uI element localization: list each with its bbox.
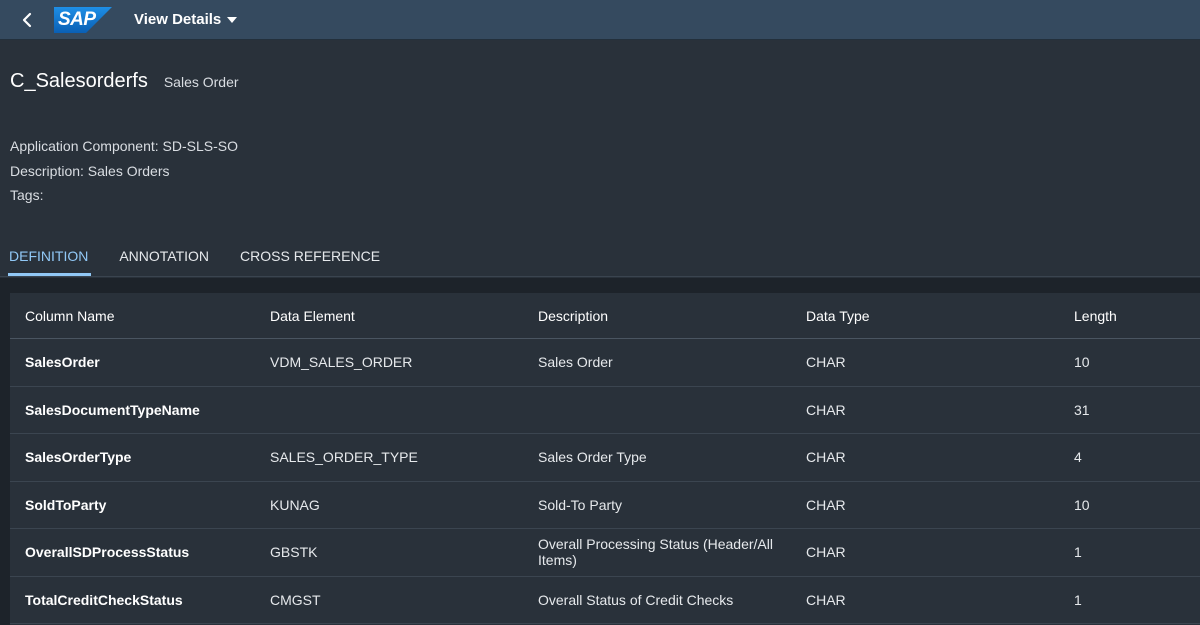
tab-cross-reference[interactable]: CROSS REFERENCE [240, 236, 380, 276]
sap-logo[interactable]: SAP [54, 6, 112, 33]
definition-table: Column Name Data Element Description Dat… [10, 293, 1200, 625]
cell-length: 31 [1074, 401, 1090, 418]
page-title: C_Salesorderfs [10, 70, 148, 92]
table-row[interactable]: SalesDocumentTypeName CHAR 31 [10, 386, 1200, 434]
cell-data-type: CHAR [806, 401, 846, 418]
tags: Tags: [10, 187, 44, 203]
cell-column-name: SalesOrderType [25, 449, 132, 466]
cell-length: 4 [1074, 449, 1082, 466]
cell-data-element: KUNAG [270, 496, 320, 513]
table-row[interactable]: TotalCreditCheckStatus CMGST Overall Sta… [10, 576, 1200, 624]
view-details-label: View Details [134, 11, 222, 28]
cell-data-type: CHAR [806, 449, 846, 466]
tab-bar: DEFINITION ANNOTATION CROSS REFERENCE [0, 237, 1200, 277]
table-row[interactable]: SalesOrderType SALES_ORDER_TYPE Sales Or… [10, 434, 1200, 482]
cell-column-name: SalesDocumentTypeName [25, 401, 200, 418]
table-row[interactable]: OverallSDProcessStatus GBSTK Overall Pro… [10, 529, 1200, 577]
cell-description: Sales Order Type [538, 449, 647, 466]
tab-annotation[interactable]: ANNOTATION [119, 236, 209, 276]
cell-column-name: SoldToParty [25, 496, 107, 513]
table-header: Column Name Data Element Description Dat… [10, 293, 1200, 339]
shell-bar: SAP View Details [0, 0, 1200, 40]
cell-description: Sales Order [538, 354, 613, 371]
logo-text: SAP [58, 8, 96, 30]
table-row[interactable]: SoldToParty KUNAG Sold-To Party CHAR 10 [10, 481, 1200, 529]
object-attributes: Application Component: SD-SLS-SO Descrip… [10, 134, 238, 208]
caret-down-icon [227, 16, 238, 23]
cell-description: Overall Status of Credit Checks [538, 591, 734, 608]
cell-length: 10 [1074, 496, 1090, 513]
cell-data-element: CMGST [270, 591, 321, 608]
cell-column-name: TotalCreditCheckStatus [25, 591, 183, 608]
column-header-column-name[interactable]: Column Name [10, 308, 270, 324]
view-details-menu[interactable]: View Details [134, 11, 238, 28]
chevron-left-icon [22, 12, 32, 27]
cell-length: 1 [1074, 544, 1082, 561]
column-header-data-type[interactable]: Data Type [806, 308, 1074, 324]
tab-content: Column Name Data Element Description Dat… [0, 278, 1200, 625]
column-header-length[interactable]: Length [1074, 308, 1200, 324]
cell-column-name: SalesOrder [25, 354, 100, 371]
column-header-data-element[interactable]: Data Element [270, 308, 538, 324]
cell-data-type: CHAR [806, 544, 846, 561]
description: Description: Sales Orders [10, 162, 170, 179]
application-component: Application Component: SD-SLS-SO [10, 138, 238, 154]
title-row: C_Salesorderfs Sales Order [10, 70, 239, 93]
cell-data-element: GBSTK [270, 544, 318, 561]
cell-column-name: OverallSDProcessStatus [25, 544, 190, 561]
cell-data-type: CHAR [806, 591, 846, 608]
cell-description: Overall Processing Status (Header/All It… [538, 536, 773, 569]
table-row[interactable]: SalesOrder VDM_SALES_ORDER Sales Order C… [10, 339, 1200, 387]
cell-length: 10 [1074, 354, 1090, 371]
cell-data-type: CHAR [806, 354, 846, 371]
tab-definition[interactable]: DEFINITION [7, 236, 92, 276]
cell-length: 1 [1074, 591, 1082, 608]
cell-data-type: CHAR [806, 496, 846, 513]
page-subtitle: Sales Order [163, 74, 239, 90]
cell-data-element: VDM_SALES_ORDER [270, 354, 413, 371]
column-header-description[interactable]: Description [538, 308, 806, 324]
back-button[interactable] [14, 7, 40, 33]
cell-description: Sold-To Party [538, 496, 623, 513]
cell-data-element: SALES_ORDER_TYPE [270, 449, 418, 466]
